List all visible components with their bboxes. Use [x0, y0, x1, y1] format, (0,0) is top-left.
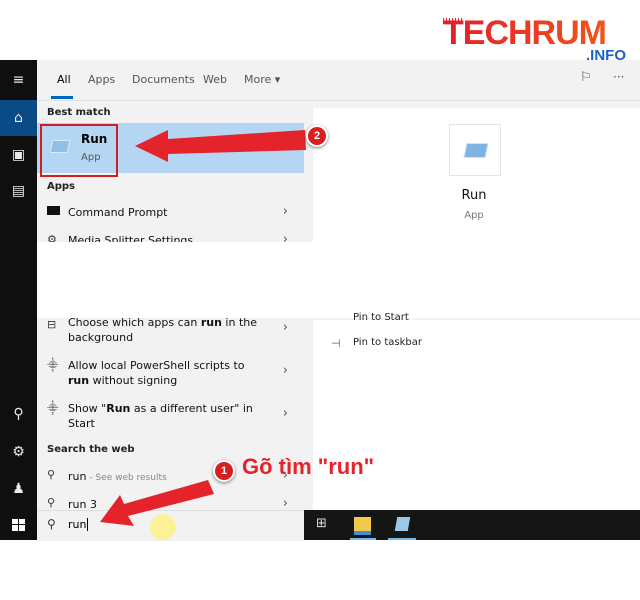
annotation-arrows — [100, 130, 306, 526]
arrow-to-run — [135, 130, 306, 162]
arrow-to-search — [100, 480, 214, 526]
step-1-instruction: Gõ tìm "run" — [242, 454, 375, 479]
step-1-badge: 1 — [213, 460, 235, 482]
step-2-badge: 2 — [306, 125, 328, 147]
